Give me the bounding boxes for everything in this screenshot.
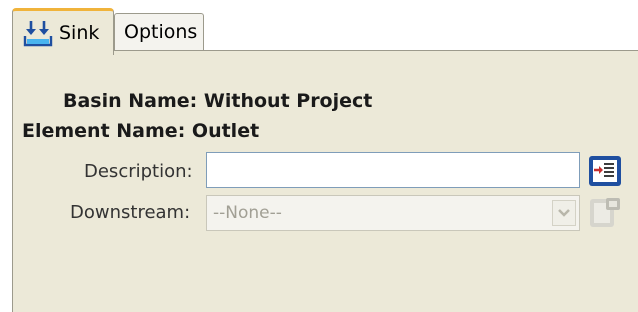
basin-name-row: Basin Name: Without Project [63,90,372,112]
downstream-selected-value: --None-- [213,203,282,223]
tab-options-label: Options [124,21,198,43]
text-editor-icon [589,156,621,186]
description-editor-button[interactable] [587,154,623,188]
tab-sink[interactable]: Sink [12,8,114,55]
element-name-row: Element Name: Outlet [22,120,259,142]
description-label: Description: [84,161,193,182]
basin-name-value: Without Project [203,90,373,112]
downstream-select[interactable]: --None-- [206,195,580,231]
downstream-label: Downstream: [70,202,191,223]
downstream-dropdown-button[interactable] [552,200,576,226]
sink-icon [23,21,53,47]
description-input[interactable] [206,152,580,188]
element-name-value: Outlet [191,120,260,142]
tab-strip: Sink Options [0,0,638,55]
basin-name-label: Basin Name: [63,90,198,112]
chevron-down-icon [558,209,570,217]
downstream-select-element-button[interactable] [587,196,623,230]
sink-editor-window: Sink Options Basin Name: Without Project… [0,0,638,312]
tab-options[interactable]: Options [114,13,204,50]
tab-sink-label: Sink [59,22,100,44]
disabled-map-select-icon [590,198,620,227]
element-name-label: Element Name: [22,120,186,142]
